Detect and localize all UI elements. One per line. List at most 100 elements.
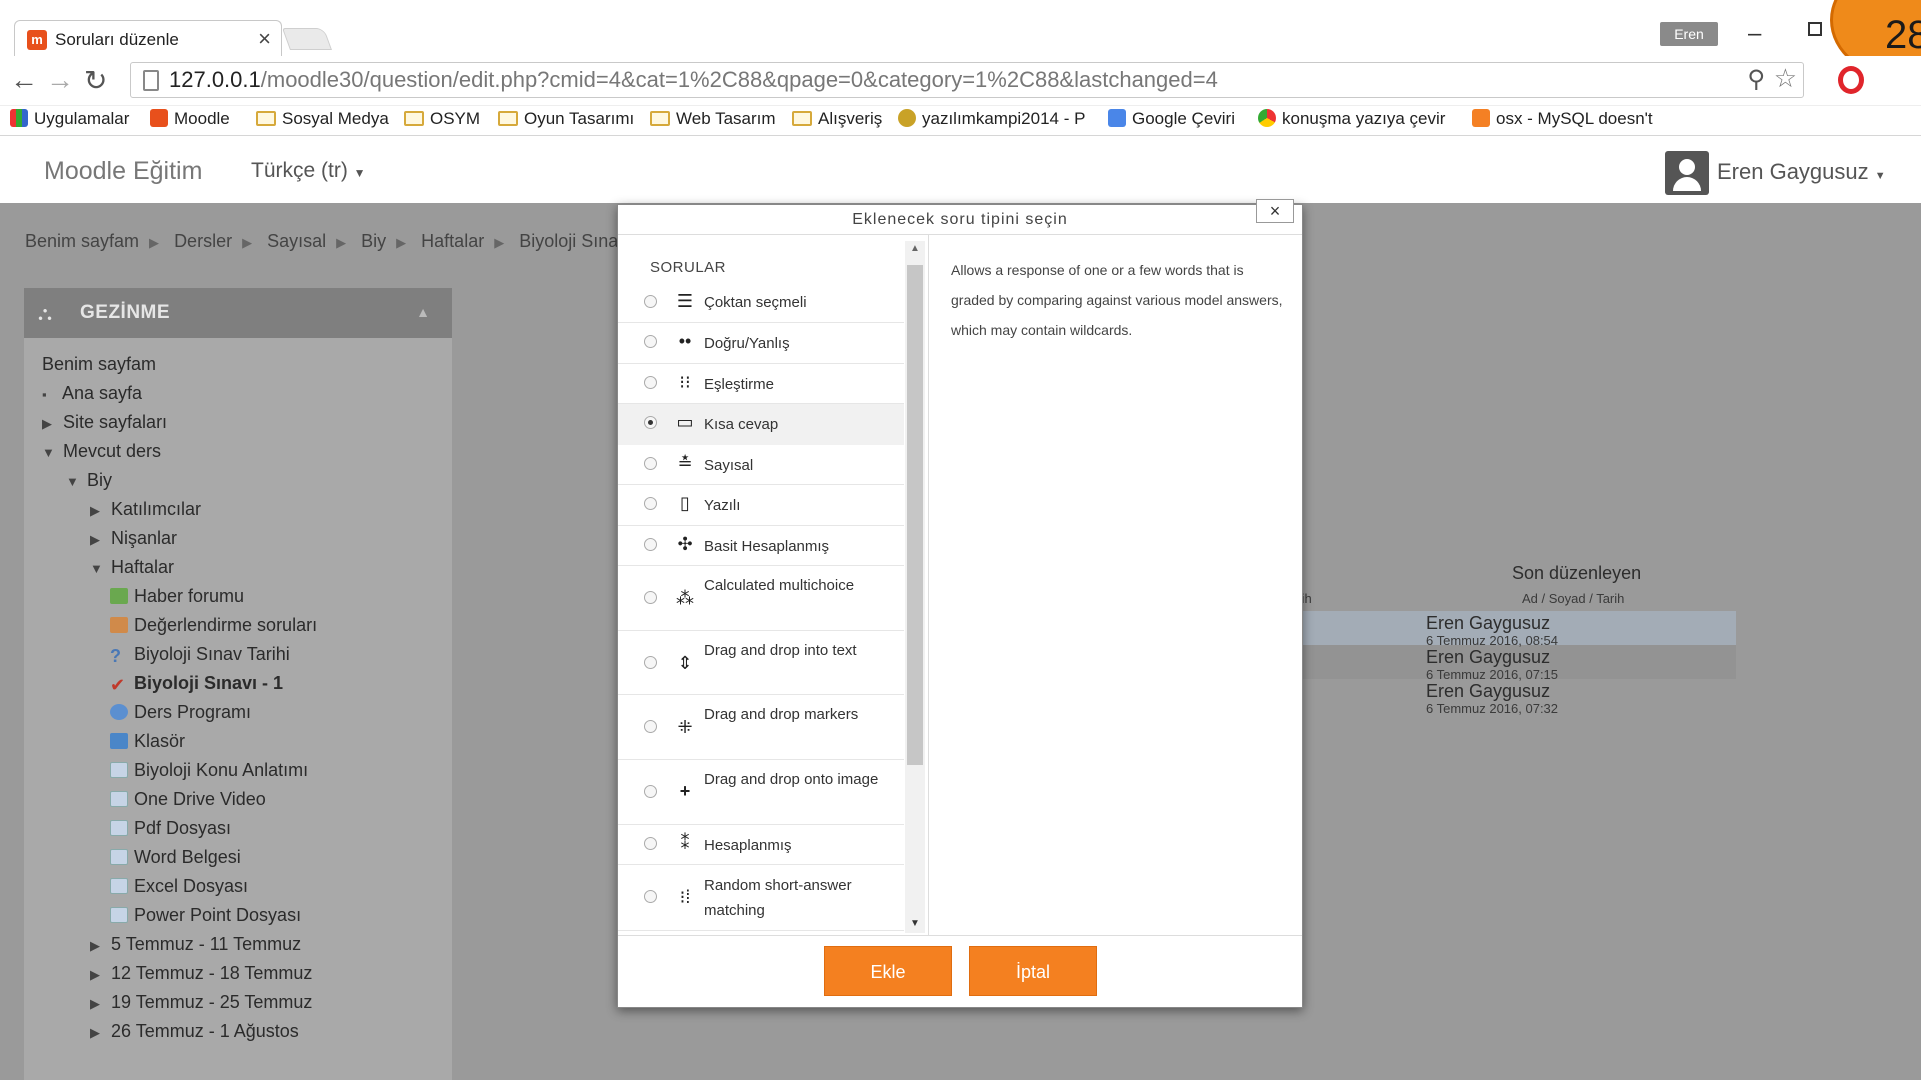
radio-button[interactable] xyxy=(644,376,657,389)
radio-button[interactable] xyxy=(644,538,657,551)
apps-grid-icon xyxy=(10,109,28,127)
zoom-icon[interactable]: ⚲ xyxy=(1747,65,1765,94)
breadcrumb-item[interactable]: Dersler xyxy=(174,231,232,251)
question-type-option[interactable]: ≛ Sayısal xyxy=(618,445,904,485)
breadcrumb-item[interactable]: Biy xyxy=(361,231,386,251)
cancel-button[interactable]: İptal xyxy=(969,946,1097,996)
radio-button[interactable] xyxy=(644,785,657,798)
radio-button[interactable] xyxy=(644,457,657,470)
question-type-option[interactable]: ⁂ Calculated multichoice xyxy=(618,566,904,631)
question-type-option[interactable]: ☰ Çoktan seçmeli xyxy=(618,283,904,323)
browser-tab[interactable]: m Soruları düzenle × xyxy=(14,20,282,56)
bookmark-folder[interactable]: OSYM xyxy=(404,109,480,129)
collapse-icon[interactable]: ▲ xyxy=(416,304,430,320)
nav-item[interactable]: Power Point Dosyası xyxy=(110,905,301,926)
nav-item[interactable]: Excel Dosyası xyxy=(110,876,248,897)
new-tab-button[interactable] xyxy=(281,28,333,50)
randomsamatch-icon: ⁝⁞ xyxy=(679,887,691,907)
breadcrumb-item[interactable]: Benim sayfam xyxy=(25,231,139,251)
radio-button[interactable] xyxy=(644,890,657,903)
radio-button[interactable] xyxy=(644,656,657,669)
nav-label: 12 Temmuz - 18 Temmuz xyxy=(111,963,313,983)
breadcrumb-item[interactable]: Sayısal xyxy=(267,231,326,251)
back-icon[interactable]: ← xyxy=(10,64,38,96)
forward-icon[interactable]: → xyxy=(46,64,74,96)
question-type-option-selected[interactable]: ▭ Kısa cevap xyxy=(618,404,904,445)
close-icon[interactable]: × xyxy=(1256,199,1294,223)
nav-item[interactable]: ▼ Haftalar xyxy=(90,557,174,578)
question-type-option[interactable]: + Drag and drop onto image xyxy=(618,760,904,825)
bookmark-apps[interactable]: Uygulamalar xyxy=(10,109,129,129)
option-label: Drag and drop into text xyxy=(704,642,857,659)
bookmark-folder[interactable]: Alışveriş xyxy=(792,109,882,129)
nav-item[interactable]: Değerlendirme soruları xyxy=(110,615,317,636)
scrollbar-thumb[interactable] xyxy=(907,265,923,765)
question-type-option[interactable]: ⁑ Hesaplanmış xyxy=(618,825,904,865)
row-date: 6 Temmuz 2016, 07:32 xyxy=(1426,701,1559,716)
nav-item[interactable]: ▶ Nişanlar xyxy=(90,528,177,549)
nav-item[interactable]: ▶ 12 Temmuz - 18 Temmuz xyxy=(90,963,312,984)
scroll-down-icon[interactable]: ▼ xyxy=(910,918,920,929)
nav-item[interactable]: Benim sayfam xyxy=(42,354,156,375)
radio-button[interactable] xyxy=(644,497,657,510)
nav-item[interactable]: Haber forumu xyxy=(110,586,244,607)
navigation-block-header[interactable]: ⛬ GEZİNME ▲ xyxy=(24,288,452,338)
minimize-window-icon[interactable]: – xyxy=(1748,20,1761,48)
folder-icon xyxy=(498,111,518,126)
tab-close-icon[interactable]: × xyxy=(258,26,271,52)
question-type-option[interactable]: ⁝⁞ Random short-answer matching xyxy=(618,865,904,931)
question-type-option[interactable]: ⁝⁝ Eşleştirme xyxy=(618,364,904,404)
question-type-option[interactable]: ⁜ Drag and drop markers xyxy=(618,695,904,760)
bookmark-moodle[interactable]: Moodle xyxy=(150,109,230,129)
breadcrumb-item[interactable]: Haftalar xyxy=(421,231,484,251)
nav-item[interactable]: One Drive Video xyxy=(110,789,266,810)
nav-item[interactable]: ? Biyoloji Sınav Tarihi xyxy=(110,644,290,666)
bookmark-link[interactable]: osx - MySQL doesn't xyxy=(1472,109,1653,129)
bookmark-link[interactable]: konuşma yazıya çevir xyxy=(1258,109,1445,129)
question-type-option[interactable]: •• Doğru/Yanlış xyxy=(618,323,904,364)
radio-button[interactable] xyxy=(644,591,657,604)
bookmark-link[interactable]: Google Çeviri xyxy=(1108,109,1235,129)
reload-icon[interactable]: ↻ xyxy=(84,64,107,97)
nav-item[interactable]: ▼ Mevcut ders xyxy=(42,441,161,462)
add-button[interactable]: Ekle xyxy=(824,946,952,996)
bookmark-folder[interactable]: Sosyal Medya xyxy=(256,109,389,129)
list-scrollbar[interactable]: ▲ ▼ xyxy=(905,241,925,933)
nav-item[interactable]: ▶ Katılımcılar xyxy=(90,499,201,520)
site-brand[interactable]: Moodle Eğitim xyxy=(44,157,202,186)
question-type-option[interactable]: ▯ Yazılı xyxy=(618,485,904,526)
bookmark-link[interactable]: yazılımkampi2014 - P xyxy=(898,109,1085,129)
bookmark-folder[interactable]: Web Tasarım xyxy=(650,109,776,129)
radio-button[interactable] xyxy=(644,837,657,850)
breadcrumb-item[interactable]: Biyoloji Sına xyxy=(519,231,618,251)
nav-item[interactable]: Word Belgesi xyxy=(110,847,241,868)
address-bar[interactable]: 127.0.0.1/moodle30/question/edit.php?cmi… xyxy=(130,62,1804,98)
question-type-option[interactable]: ⇕ Drag and drop into text xyxy=(618,631,904,695)
nav-item[interactable]: ▶ 19 Temmuz - 25 Temmuz xyxy=(90,992,312,1013)
opera-extension-icon[interactable] xyxy=(1838,66,1864,94)
question-type-option[interactable]: ✣ Basit Hesaplanmış xyxy=(618,526,904,566)
nav-item[interactable]: ▼ Biy xyxy=(66,470,112,491)
url-globe-icon xyxy=(110,704,128,720)
nav-item[interactable]: ▪ Ana sayfa xyxy=(42,383,142,404)
radio-button[interactable] xyxy=(644,720,657,733)
radio-button[interactable] xyxy=(644,295,657,308)
restore-window-icon[interactable] xyxy=(1808,22,1822,36)
language-menu[interactable]: Türkçe (tr) ▼ xyxy=(251,159,366,183)
bookmark-star-icon[interactable]: ☆ xyxy=(1774,63,1797,94)
nav-item[interactable]: Pdf Dosyası xyxy=(110,818,231,839)
nav-item-current[interactable]: ✔ Biyoloji Sınavı - 1 xyxy=(110,673,283,695)
radio-button[interactable] xyxy=(644,335,657,348)
essay-icon: ▯ xyxy=(680,493,690,513)
radio-button-checked[interactable] xyxy=(644,416,657,429)
nav-item[interactable]: Ders Programı xyxy=(110,702,251,723)
nav-item[interactable]: Biyoloji Konu Anlatımı xyxy=(110,760,308,781)
bookmark-folder[interactable]: Oyun Tasarımı xyxy=(498,109,634,129)
nav-item[interactable]: ▶ 26 Temmuz - 1 Ağustos xyxy=(90,1021,299,1042)
scroll-up-icon[interactable]: ▲ xyxy=(910,243,920,254)
browser-tab-strip: m Soruları düzenle × Eren – 288 xyxy=(0,0,1921,80)
nav-item[interactable]: Klasör xyxy=(110,731,185,752)
nav-item[interactable]: ▶ 5 Temmuz - 11 Temmuz xyxy=(90,934,301,955)
profile-chip[interactable]: Eren xyxy=(1660,22,1718,46)
nav-item[interactable]: ▶ Site sayfaları xyxy=(42,412,167,433)
